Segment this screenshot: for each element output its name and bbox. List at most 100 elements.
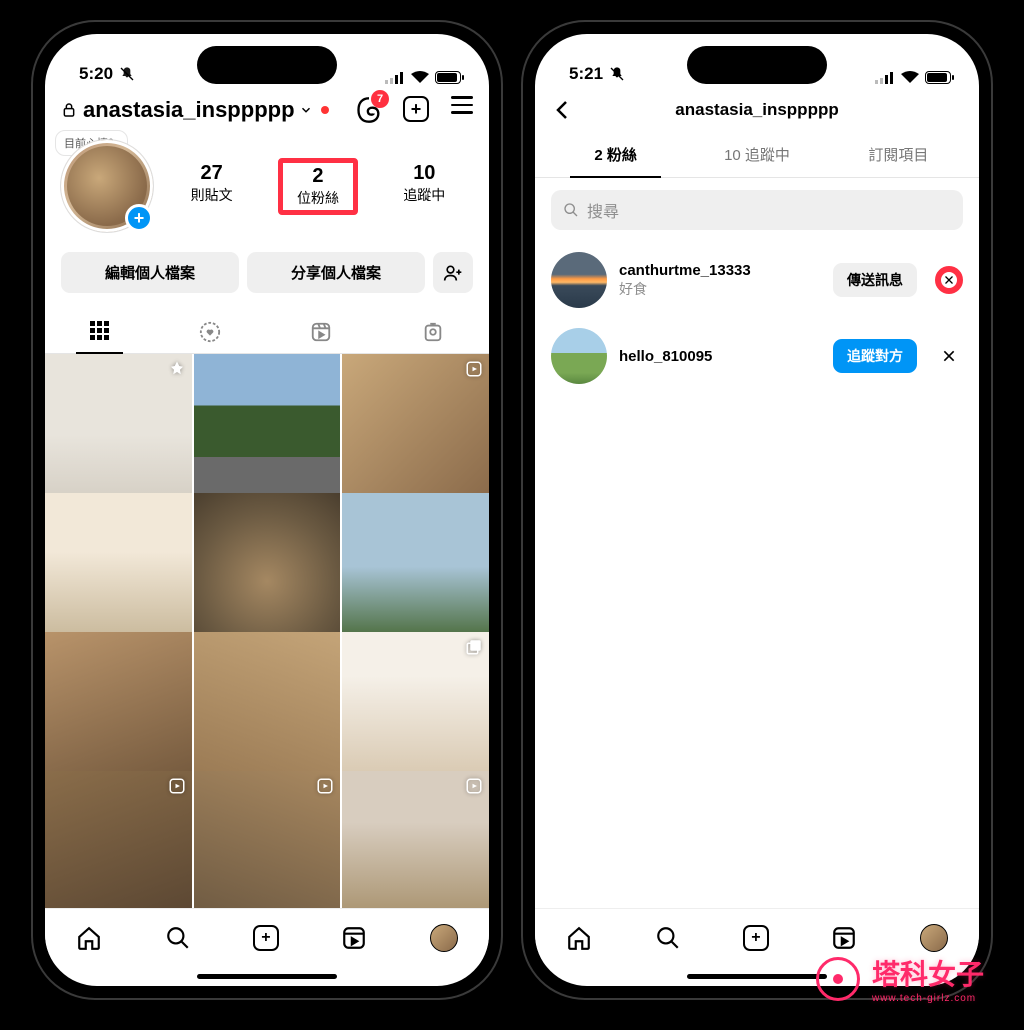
follower-avatar[interactable]: [551, 328, 607, 384]
follow-button[interactable]: 追蹤對方: [833, 339, 917, 373]
grid-cell[interactable]: [194, 771, 341, 908]
mute-icon: [119, 66, 135, 82]
nav-reels[interactable]: [341, 925, 367, 951]
grid-cell[interactable]: [45, 354, 192, 501]
threads-button[interactable]: 7: [355, 96, 383, 124]
share-profile-button[interactable]: 分享個人檔案: [247, 252, 425, 293]
chevron-down-icon: [299, 103, 313, 117]
grid-cell[interactable]: [45, 771, 192, 908]
bottom-nav: +: [45, 908, 489, 966]
battery-icon: [435, 71, 461, 84]
lock-icon: [61, 102, 77, 118]
reel-icon: [465, 360, 483, 378]
grid-cell[interactable]: [194, 632, 341, 779]
nav-home[interactable]: [566, 925, 592, 951]
cellular-icon: [385, 72, 405, 84]
status-bar: 5:20: [45, 34, 489, 88]
stat-following[interactable]: 10 追蹤中: [393, 158, 455, 215]
nav-create[interactable]: +: [253, 925, 279, 951]
tab-following[interactable]: 10 追蹤中: [686, 132, 827, 177]
add-story-button[interactable]: +: [125, 204, 153, 232]
follower-info[interactable]: hello_810095: [619, 348, 821, 365]
reels-icon: [310, 321, 332, 343]
add-person-icon: [443, 263, 463, 283]
tab-followers[interactable]: 2 粉絲: [545, 132, 686, 177]
nav-home[interactable]: [76, 925, 102, 951]
grid-cell[interactable]: [342, 493, 489, 640]
grid-cell[interactable]: [194, 354, 341, 501]
reel-icon: [168, 777, 186, 795]
nav-create[interactable]: +: [743, 925, 769, 951]
photo-grid: [45, 354, 489, 908]
watermark-logo-icon: [816, 957, 860, 1001]
mute-icon: [609, 66, 625, 82]
follower-row: hello_810095 追蹤對方: [535, 318, 979, 394]
grid-cell[interactable]: [194, 493, 341, 640]
home-indicator: [45, 966, 489, 986]
tagged-icon: [422, 321, 444, 343]
follower-avatar[interactable]: [551, 252, 607, 308]
profile-stats-row: 目前心情？ + 27 則貼文 2 位粉絲 10 追蹤中: [45, 130, 489, 246]
profile-action-row: 編輯個人檔案 分享個人檔案: [45, 246, 489, 305]
stat-followers[interactable]: 2 位粉絲: [278, 158, 358, 215]
page-title: anastasia_insppppp: [575, 100, 939, 120]
nav-search[interactable]: [655, 925, 681, 951]
plus-square-icon: +: [403, 96, 429, 122]
nav-search[interactable]: [165, 925, 191, 951]
reel-icon: [316, 777, 334, 795]
profile-tabs: [45, 305, 489, 354]
battery-icon: [925, 71, 951, 84]
status-time: 5:21: [569, 64, 603, 84]
username: anastasia_insppppp: [83, 97, 295, 123]
notification-dot: [321, 106, 329, 114]
status-bar: 5:21: [535, 34, 979, 88]
menu-button[interactable]: [451, 96, 473, 124]
tab-tagged[interactable]: [402, 311, 464, 353]
nav-profile[interactable]: [920, 924, 948, 952]
tab-grid[interactable]: [70, 311, 129, 353]
close-icon: [943, 272, 955, 288]
nav-reels[interactable]: [831, 925, 857, 951]
search-icon: [563, 202, 579, 218]
reel-icon: [465, 777, 483, 795]
phone-left: 5:20 anastasia_insppppp: [31, 20, 503, 1000]
back-button[interactable]: [551, 98, 575, 122]
watermark: 塔科女子 www.tech-girlz.com: [816, 953, 984, 1004]
profile-avatar[interactable]: 目前心情？ +: [61, 140, 153, 232]
grid-cell[interactable]: [342, 354, 489, 501]
stat-posts[interactable]: 27 則貼文: [181, 158, 243, 215]
follower-info[interactable]: canthurtme_13333 好食: [619, 262, 821, 299]
screen-profile: 5:20 anastasia_insppppp: [45, 34, 489, 986]
wifi-icon: [901, 71, 919, 84]
discover-people-button[interactable]: [433, 252, 473, 293]
grid-cell[interactable]: [45, 493, 192, 640]
cellular-icon: [875, 72, 895, 84]
multi-icon: [465, 638, 483, 656]
tab-exclusive[interactable]: [179, 311, 241, 353]
search-input[interactable]: 搜尋: [551, 190, 963, 230]
remove-follower-button[interactable]: [935, 266, 963, 294]
edit-profile-button[interactable]: 編輯個人檔案: [61, 252, 239, 293]
followers-tabs: 2 粉絲 10 追蹤中 訂閱項目: [535, 132, 979, 178]
threads-badge: 7: [371, 90, 389, 108]
grid-cell[interactable]: [342, 632, 489, 779]
wifi-icon: [411, 71, 429, 84]
remove-follower-button[interactable]: [935, 342, 963, 370]
nav-profile[interactable]: [430, 924, 458, 952]
tab-subscriptions[interactable]: 訂閱項目: [828, 132, 969, 177]
followers-header: anastasia_insppppp: [535, 88, 979, 132]
message-button[interactable]: 傳送訊息: [833, 263, 917, 297]
pin-icon: [168, 360, 186, 378]
grid-cell[interactable]: [45, 632, 192, 779]
create-button[interactable]: +: [403, 96, 431, 124]
grid-icon: [90, 321, 109, 340]
status-time: 5:20: [79, 64, 113, 84]
account-switcher[interactable]: anastasia_insppppp: [83, 97, 329, 123]
profile-top-bar: anastasia_insppppp 7 +: [45, 88, 489, 130]
follower-row: canthurtme_13333 好食 傳送訊息: [535, 242, 979, 318]
tab-reels[interactable]: [290, 311, 352, 353]
search-placeholder: 搜尋: [587, 198, 619, 222]
screen-followers: 5:21 anastasia_insppppp 2 粉絲 10 追蹤中 訂閱項目: [535, 34, 979, 986]
grid-cell[interactable]: [342, 771, 489, 908]
phone-right: 5:21 anastasia_insppppp 2 粉絲 10 追蹤中 訂閱項目: [521, 20, 993, 1000]
